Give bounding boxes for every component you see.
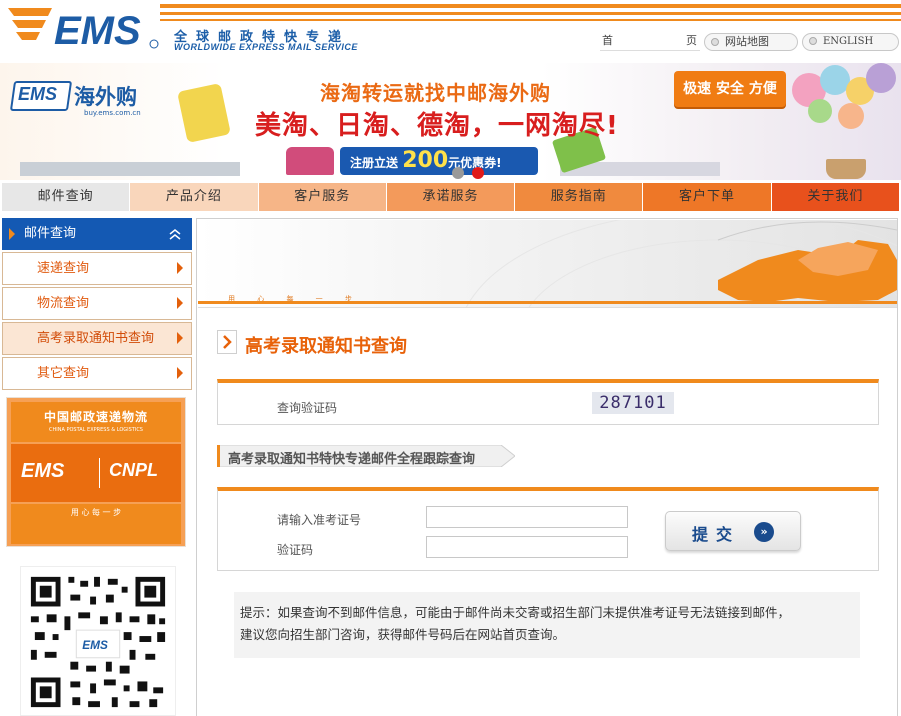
page: EMS 全球邮政特快专递 WORLDWIDE EXPRESS MAIL SERV… [0, 0, 901, 716]
slide-indicator[interactable] [472, 167, 484, 179]
haiwaigou-logo-ems: EMS [18, 84, 58, 104]
sidebar: 邮件查询 速递查询 物流查询 高考录取通知书查询 其它查询 [2, 218, 192, 390]
sitemap-link-label: 网站地图 [725, 35, 769, 48]
main-banner: 用 心 每 一 步 [198, 220, 897, 308]
logo-ems: EMS [21, 460, 65, 482]
product-can-image [177, 82, 231, 144]
bullet-icon [809, 37, 817, 45]
nav-item-label: 客户下单 [679, 189, 736, 204]
captcha-image[interactable]: 287101 [592, 392, 674, 414]
logo-cnpl: CNPL [109, 460, 158, 480]
sidebar-item-admission-query[interactable]: 高考录取通知书查询 [2, 322, 192, 355]
sidebar-item-label: 物流查询 [37, 296, 90, 311]
tip-line: 提示：如果查询不到邮件信息，可能由于邮件尚未交寄或招生部门未提供准考证号无法链接… [240, 605, 791, 620]
nav-item-label: 承诺服务 [422, 189, 479, 204]
nav-item-customer-service[interactable]: 客户服务 [258, 183, 387, 211]
captcha-box: 查询验证码 287101 [217, 379, 879, 425]
balloon-image [866, 63, 896, 93]
register-prefix: 注册立送 [350, 156, 399, 170]
slogan-en: WORLDWIDE EXPRESS MAIL SERVICE [174, 42, 358, 52]
double-chevron-right-icon: » [754, 522, 774, 542]
bullet-icon [711, 38, 719, 46]
marker-icon [9, 228, 15, 240]
china-post-logo[interactable]: 中国邮政速递物流 CHINA POSTAL EXPRESS & LOGISTIC… [6, 397, 186, 547]
logo-motto: 用 心 每 一 步 [11, 504, 181, 544]
banner-subheadline: 美淘、日淘、德淘，一网淘尽! [255, 111, 619, 141]
arrow-right-icon [177, 367, 183, 379]
sitemap-link[interactable]: 网站地图 [704, 33, 798, 51]
sidebar-item-express-query[interactable]: 速递查询 [2, 252, 192, 285]
banner-tag: 极速 安全 方便 [674, 71, 786, 107]
sidebar-header-label: 邮件查询 [24, 226, 77, 241]
home-link[interactable]: 首 页 [600, 33, 700, 51]
arrow-right-icon [177, 332, 183, 344]
logo-cn: 中国邮政速递物流 [43, 410, 148, 424]
nav-item-guide[interactable]: 服务指南 [515, 183, 644, 211]
english-link[interactable]: ENGLISH [802, 33, 899, 51]
slide-indicator[interactable] [452, 167, 464, 179]
submit-button-label: 提交 [692, 525, 741, 544]
nav-item-order[interactable]: 客户下单 [643, 183, 772, 211]
captcha-label: 查询验证码 [277, 401, 338, 415]
verify-code-label: 验证码 [277, 543, 314, 557]
nav-item-commitment[interactable]: 承诺服务 [386, 183, 516, 211]
main-nav: 邮件查询 产品介绍 客户服务 承诺服务 服务指南 客户下单 关于我们 [2, 183, 900, 211]
english-link-label: ENGLISH [823, 36, 874, 47]
basket-image [826, 159, 866, 179]
balloon-image [808, 99, 832, 123]
nav-item-products[interactable]: 产品介绍 [130, 183, 259, 211]
handbag-image [286, 147, 334, 175]
sidebar-item-label: 速递查询 [37, 261, 90, 276]
sidebar-item-label: 其它查询 [37, 366, 90, 381]
logo-en: CHINA POSTAL EXPRESS & LOGISTICS [49, 427, 143, 433]
header-stripe [160, 4, 901, 8]
register-coupon[interactable]: 注册立送 200元优惠券! [340, 147, 538, 175]
exam-number-label: 请输入准考证号 [277, 513, 362, 527]
haiwaigou-logo-brand: 海外购 [74, 85, 137, 109]
header-stripe [160, 19, 901, 21]
tip-line: 建议您向招生部门咨询，获得邮件号码后在网站首页查询。 [240, 627, 566, 642]
haiwaigou-logo: EMS 海外购 buy.ems.com.cn [9, 77, 152, 117]
logo-text: EMS [54, 9, 141, 50]
qr-logo-text: EMS [82, 638, 108, 652]
main-content: 用 心 每 一 步 高考录取通知书查询 查询验证码 287101 高考录取通知书… [196, 218, 898, 716]
nav-item-label: 产品介绍 [165, 189, 222, 204]
page-title: 高考录取通知书查询 [245, 336, 407, 357]
home-link-label: 首 [602, 34, 613, 47]
nav-item-label: 邮件查询 [37, 189, 94, 204]
arrow-right-icon [177, 297, 183, 309]
nav-item-mail-query[interactable]: 邮件查询 [2, 183, 131, 211]
banner-headline: 海淘转运就找中邮海外购 [320, 81, 551, 105]
sidebar-item-label: 高考录取通知书查询 [37, 331, 155, 346]
site-header: EMS 全球邮政特快专递 WORLDWIDE EXPRESS MAIL SERV… [0, 0, 901, 62]
ems-logo[interactable]: EMS [8, 4, 160, 50]
nav-item-label: 客户服务 [294, 189, 351, 204]
sidebar-item-other-query[interactable]: 其它查询 [2, 357, 192, 390]
arrow-right-icon [177, 262, 183, 274]
nav-item-label: 服务指南 [550, 189, 607, 204]
tip-note: 提示：如果查询不到邮件信息，可能由于邮件尚未交寄或招生部门未提供准考证号无法链接… [234, 592, 860, 658]
submit-button[interactable]: 提交 » [665, 511, 801, 551]
balloon-image [838, 103, 864, 129]
exam-number-input[interactable] [426, 506, 628, 528]
promo-banner[interactable]: EMS 海外购 buy.ems.com.cn 海淘转运就找中邮海外购 美淘、日淘… [0, 63, 901, 180]
sidebar-header[interactable]: 邮件查询 [2, 218, 192, 250]
haiwaigou-logo-url: buy.ems.com.cn [84, 109, 141, 117]
qr-code-image: EMS [20, 566, 176, 716]
sidebar-item-logistics-query[interactable]: 物流查询 [2, 287, 192, 320]
section-title: 高考录取通知书特快专递邮件全程跟踪查询 [228, 452, 476, 467]
verify-code-input[interactable] [426, 536, 628, 558]
chevron-up-icon[interactable] [168, 227, 182, 241]
register-amount: 200 [402, 148, 449, 173]
home-link-label: 页 [686, 34, 697, 47]
nav-item-about[interactable]: 关于我们 [771, 183, 900, 211]
query-form: 请输入准考证号 验证码 提交 » [217, 487, 879, 571]
header-stripe [160, 12, 901, 15]
chevron-right-icon [217, 330, 237, 354]
nav-item-label: 关于我们 [807, 189, 864, 204]
city-skyline [20, 162, 240, 176]
